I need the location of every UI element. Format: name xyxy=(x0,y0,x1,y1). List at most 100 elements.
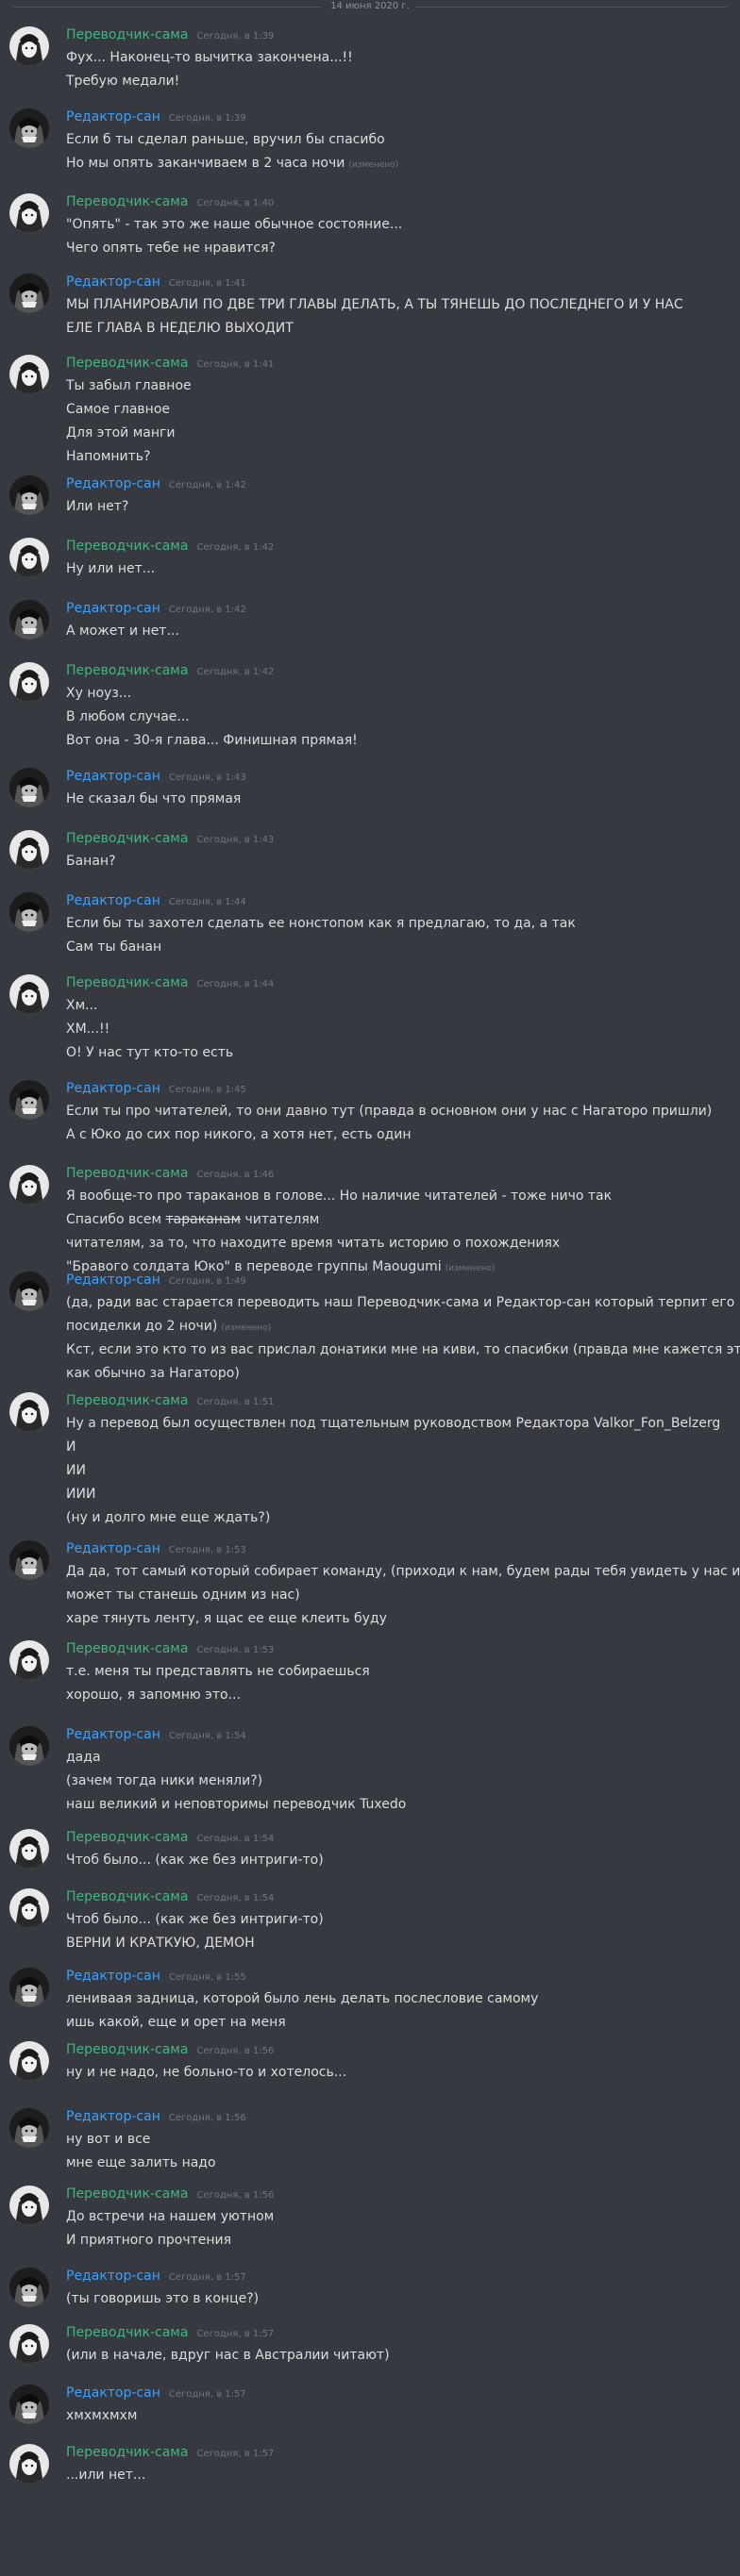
avatar[interactable] xyxy=(9,2041,49,2081)
avatar[interactable] xyxy=(9,1726,49,1766)
message-group: Переводчик-сама Сегодня, в 1:40 "Опять" - … xyxy=(0,191,740,259)
author-name[interactable]: Редактор-сан xyxy=(66,1272,160,1288)
message-text: мне еще залить надо xyxy=(66,2155,216,2170)
avatar[interactable] xyxy=(9,355,49,394)
author-name[interactable]: Редактор-сан xyxy=(66,769,160,784)
author-name[interactable]: Переводчик-сама xyxy=(66,194,188,209)
author-name[interactable]: Переводчик-сама xyxy=(66,1830,188,1845)
message-group: Переводчик-сама Сегодня, в 1:57 (или в нач… xyxy=(0,2322,740,2367)
timestamp: Сегодня, в 1:56 xyxy=(196,2190,275,2201)
author-name[interactable]: Переводчик-сама xyxy=(66,2186,188,2202)
author-name[interactable]: Переводчик-сама xyxy=(66,1393,188,1408)
author-name[interactable]: Редактор-сан xyxy=(66,1541,160,1556)
avatar[interactable] xyxy=(9,1829,49,1869)
message-header: Редактор-сан Сегодня, в 1:54 xyxy=(66,1724,246,1743)
author-name[interactable]: Редактор-сан xyxy=(66,893,160,908)
message-text: Для этой манги xyxy=(66,425,176,440)
avatar[interactable] xyxy=(9,1271,49,1311)
author-name[interactable]: Редактор-сан xyxy=(66,601,160,616)
avatar[interactable] xyxy=(9,830,49,870)
avatar[interactable] xyxy=(9,1392,49,1432)
avatar[interactable] xyxy=(9,662,49,702)
author-name[interactable]: Переводчик-сама xyxy=(66,1641,188,1656)
author-name[interactable]: Переводчик-сама xyxy=(66,2325,188,2340)
message-group: Редактор-сан Сегодня, в 1:41 МЫ ПЛАНИРОВАЛ… xyxy=(0,272,740,340)
author-name[interactable]: Редактор-сан xyxy=(66,109,160,125)
author-name[interactable]: Редактор-сан xyxy=(66,274,160,290)
message-text: О! У нас тут кто-то есть xyxy=(66,1045,234,1060)
avatar[interactable] xyxy=(9,1080,49,1120)
author-name[interactable]: Переводчик-сама xyxy=(66,356,188,371)
message-header: Переводчик-сама Сегодня, в 1:53 xyxy=(66,1638,274,1657)
avatar[interactable] xyxy=(9,2444,49,2484)
message-group: Переводчик-сама Сегодня, в 1:54 Чтоб было.… xyxy=(0,1827,740,1871)
avatar[interactable] xyxy=(9,193,49,233)
edited-label: (изменено) xyxy=(221,1323,272,1333)
author-name[interactable]: Переводчик-сама xyxy=(66,663,188,678)
avatar[interactable] xyxy=(9,538,49,577)
message-text: ИИ xyxy=(66,1463,86,1478)
author-name[interactable]: Редактор-сан xyxy=(66,476,160,491)
avatar[interactable] xyxy=(9,274,49,313)
message-text: Если б ты сделал раньше, вручил бы спаси… xyxy=(66,132,385,147)
message-text: (ты говоришь это в конце?) xyxy=(66,2291,260,2306)
message-group: Переводчик-сама Сегодня, в 1:53 т.е. меня … xyxy=(0,1638,740,1706)
message-header: Переводчик-сама Сегодня, в 1:42 xyxy=(66,660,274,679)
author-name[interactable]: Редактор-сан xyxy=(66,1081,160,1096)
author-name[interactable]: Переводчик-сама xyxy=(66,1166,188,1181)
author-name[interactable]: Переводчик-сама xyxy=(66,831,188,846)
author-name[interactable]: Редактор-сан xyxy=(66,1969,160,1984)
author-name[interactable]: Переводчик-сама xyxy=(66,27,188,42)
avatar[interactable] xyxy=(9,1540,49,1580)
avatar[interactable] xyxy=(9,600,49,640)
message-text: как обычно за Нагаторо) xyxy=(66,1366,240,1381)
message-text: дада xyxy=(66,1750,101,1765)
author-name[interactable]: Редактор-сан xyxy=(66,2385,160,2401)
message-text: Сам ты банан xyxy=(66,939,162,955)
message-text: А может и нет... xyxy=(66,623,179,639)
message-header: Редактор-сан Сегодня, в 1:39 xyxy=(66,107,246,125)
avatar[interactable] xyxy=(9,974,49,1014)
avatar[interactable] xyxy=(9,2385,49,2424)
message-header: Переводчик-сама Сегодня, в 1:57 xyxy=(66,2442,274,2461)
timestamp: Сегодня, в 1:56 xyxy=(168,2113,246,2123)
message-group: Переводчик-сама Сегодня, в 1:42 Ху ноуз...… xyxy=(0,660,740,752)
avatar[interactable] xyxy=(9,1888,49,1928)
avatar[interactable] xyxy=(9,108,49,148)
avatar[interactable] xyxy=(9,768,49,807)
message-group: Переводчик-сама Сегодня, в 1:56 До встречи… xyxy=(0,2184,740,2252)
avatar[interactable] xyxy=(9,2324,49,2364)
message-group: Редактор-сан Сегодня, в 1:54 дада (зачем то… xyxy=(0,1724,740,1816)
avatar[interactable] xyxy=(9,1968,49,2007)
message-text: Спасибо всем тараканам читателям xyxy=(66,1212,320,1227)
author-name[interactable]: Редактор-сан xyxy=(66,2109,160,2124)
message-text: До встречи на нашем уютном xyxy=(66,2209,275,2224)
message-text: Самое главное xyxy=(66,402,171,417)
message-header: Переводчик-сама Сегодня, в 1:41 xyxy=(66,353,274,372)
avatar[interactable] xyxy=(9,2108,49,2148)
message-group: Переводчик-сама Сегодня, в 1:39 Фух... Нак… xyxy=(0,25,740,92)
avatar[interactable] xyxy=(9,2268,49,2307)
timestamp: Сегодня, в 1:57 xyxy=(168,2389,246,2400)
author-name[interactable]: Переводчик-сама xyxy=(66,1889,188,1904)
message-text: (ну и долго мне еще ждать?) xyxy=(66,1510,271,1525)
message-group: Редактор-сан Сегодня, в 1:39 Если б ты сде… xyxy=(0,107,740,175)
author-name[interactable]: Переводчик-сама xyxy=(66,975,188,990)
avatar[interactable] xyxy=(9,475,49,515)
author-name[interactable]: Переводчик-сама xyxy=(66,2445,188,2460)
author-name[interactable]: Переводчик-сама xyxy=(66,2042,188,2057)
message-text: ВЕРНИ И КРАТКУЮ, ДЕМОН xyxy=(66,1936,255,1951)
author-name[interactable]: Редактор-сан xyxy=(66,1727,160,1742)
avatar[interactable] xyxy=(9,1165,49,1205)
timestamp: Сегодня, в 1:43 xyxy=(196,835,275,845)
message-text: Или нет? xyxy=(66,499,129,514)
message-header: Редактор-сан Сегодня, в 1:41 xyxy=(66,272,246,291)
avatar[interactable] xyxy=(9,892,49,932)
author-name[interactable]: Редактор-сан xyxy=(66,2269,160,2284)
avatar[interactable] xyxy=(9,26,49,66)
message-text: посиделки до 2 ночи) (изменено) xyxy=(66,1319,272,1334)
author-name[interactable]: Переводчик-сама xyxy=(66,539,188,554)
avatar[interactable] xyxy=(9,2185,49,2225)
message-text: В любом случае... xyxy=(66,709,190,724)
avatar[interactable] xyxy=(9,1640,49,1680)
